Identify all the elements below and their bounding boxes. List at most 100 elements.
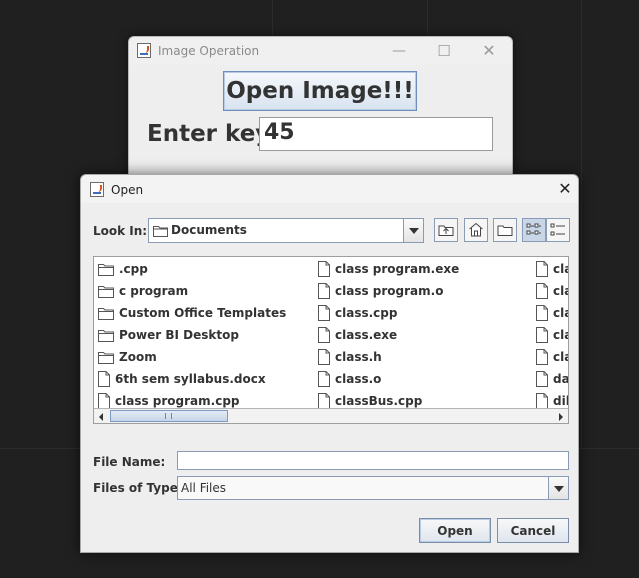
list-item[interactable]: class.cpp [318, 303, 397, 323]
file-name: da [553, 372, 569, 386]
file-name: c program [119, 284, 189, 298]
maximize-icon[interactable]: ☐ [433, 41, 455, 61]
file-name: cla [553, 350, 568, 364]
image-operation-window: Image Operation — ☐ ✕ Open Image!!! Ente… [128, 36, 513, 188]
scroll-right-icon[interactable] [554, 409, 568, 423]
background-line [581, 0, 582, 450]
new-folder-button[interactable] [493, 218, 517, 242]
file-name: Custom Office Templates [119, 306, 287, 320]
file-name: class.o [335, 372, 382, 386]
details-view-icon [550, 223, 565, 236]
list-item[interactable]: class.o [318, 369, 381, 389]
file-name: class.h [335, 350, 382, 364]
list-item[interactable]: cla [536, 347, 568, 367]
list-item[interactable]: cla [536, 303, 568, 323]
file-name: class program.cpp [115, 394, 240, 408]
java-app-icon [90, 182, 104, 197]
chevron-down-icon[interactable] [548, 477, 568, 499]
list-item[interactable]: Custom Office Templates [98, 303, 286, 323]
window-titlebar[interactable]: Image Operation — ☐ ✕ [129, 37, 512, 65]
file-icon [98, 371, 110, 387]
file-name: cla [553, 306, 568, 320]
chevron-down-icon[interactable] [403, 219, 423, 242]
look-in-label: Look In: [93, 224, 148, 238]
list-item[interactable]: cla [536, 325, 568, 345]
scrollbar-thumb[interactable] [110, 410, 228, 422]
folder-icon [98, 307, 114, 320]
file-name: class program.o [335, 284, 444, 298]
file-name: .cpp [119, 262, 148, 276]
file-name: classBus.cpp [335, 394, 423, 408]
file-list[interactable]: .cpp c program Custom Office Templates Powe… [93, 256, 569, 424]
home-icon [469, 222, 483, 237]
list-item[interactable]: Zoom [98, 347, 157, 367]
file-name: cla [553, 284, 568, 298]
file-icon [536, 371, 548, 387]
file-icon [318, 349, 330, 365]
list-item[interactable]: cla [536, 281, 568, 301]
file-icon [536, 349, 548, 365]
minimize-icon[interactable]: — [388, 41, 410, 61]
look-in-combo[interactable]: Documents [148, 218, 424, 243]
list-item[interactable]: class.h [318, 347, 382, 367]
file-icon [318, 305, 330, 321]
file-name: class program.exe [335, 262, 460, 276]
file-name: class.cpp [335, 306, 398, 320]
files-of-type-combo[interactable]: All Files [177, 476, 569, 500]
up-one-level-button[interactable] [434, 218, 458, 242]
close-icon[interactable]: ✕ [554, 179, 576, 199]
list-item[interactable]: class program.o [318, 281, 443, 301]
folder-icon [98, 263, 114, 276]
close-icon[interactable]: ✕ [478, 41, 500, 61]
list-item[interactable]: .cpp [98, 259, 148, 279]
dialog-titlebar[interactable]: Open ✕ [81, 175, 578, 203]
file-name-input[interactable] [177, 451, 569, 470]
window-title: Image Operation [158, 44, 260, 58]
folder-icon [153, 226, 168, 237]
file-name: Zoom [119, 350, 157, 364]
home-button[interactable] [464, 218, 488, 242]
list-item[interactable]: 6th sem syllabus.docx [98, 369, 266, 389]
file-icon [318, 327, 330, 343]
horizontal-scrollbar[interactable] [94, 408, 568, 423]
file-icon [318, 261, 330, 277]
file-icon [536, 393, 548, 409]
list-item[interactable]: Power BI Desktop [98, 325, 239, 345]
open-image-button[interactable]: Open Image!!! [223, 71, 417, 111]
list-view-button[interactable] [522, 218, 546, 242]
list-item[interactable]: class.exe [318, 325, 397, 345]
file-name-label: File Name: [93, 455, 166, 469]
list-item[interactable]: cla [536, 259, 568, 279]
cancel-button[interactable]: Cancel [497, 518, 569, 543]
key-input[interactable]: 45 [259, 117, 493, 151]
scroll-left-icon[interactable] [94, 409, 108, 423]
folder-icon [98, 329, 114, 342]
folder-icon [98, 285, 114, 298]
up-one-level-icon [438, 225, 454, 236]
list-view-icon [526, 223, 541, 235]
file-icon [536, 305, 548, 321]
dialog-title: Open [111, 183, 144, 197]
enter-key-label: Enter key [147, 121, 271, 147]
file-name: dik [553, 394, 568, 408]
files-of-type-label: Files of Type: [93, 481, 183, 495]
file-icon [536, 327, 548, 343]
list-item[interactable]: class program.exe [318, 259, 459, 279]
file-icon [318, 283, 330, 299]
file-name: Power BI Desktop [119, 328, 239, 342]
list-item[interactable]: c program [98, 281, 188, 301]
file-icon [318, 393, 330, 409]
file-name: cla [553, 328, 568, 342]
file-icon [318, 371, 330, 387]
open-button[interactable]: Open [419, 518, 491, 543]
file-name: cla [553, 262, 568, 276]
new-folder-icon [497, 225, 513, 236]
details-view-button[interactable] [546, 218, 570, 242]
file-name: 6th sem syllabus.docx [115, 372, 266, 386]
file-name: class.exe [335, 328, 398, 342]
file-icon [536, 261, 548, 277]
list-item[interactable]: da [536, 369, 569, 389]
open-file-dialog: Open ✕ Look In: Documents .cpp c program… [80, 174, 579, 553]
file-icon [536, 283, 548, 299]
java-app-icon [137, 43, 151, 58]
